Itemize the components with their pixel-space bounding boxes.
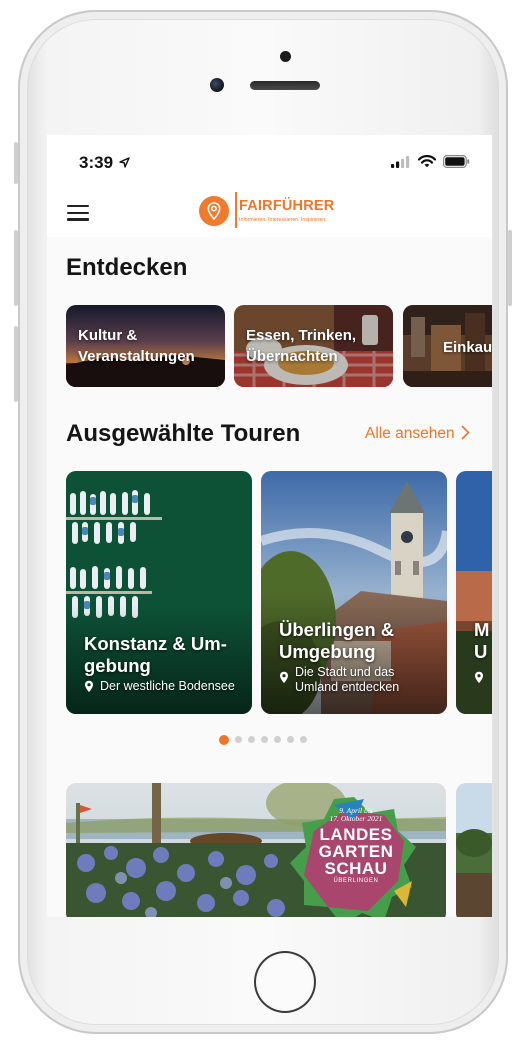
battery-icon bbox=[443, 155, 470, 169]
fairfuehrer-logo[interactable]: FAIRFÜHRER Informieren. Interessieren. I… bbox=[199, 190, 347, 230]
banner-partial[interactable] bbox=[456, 783, 492, 917]
front-camera bbox=[210, 78, 224, 92]
see-all-link[interactable]: Alle ansehen bbox=[365, 425, 470, 443]
tour-subtitle: Der westliche Bodensee bbox=[84, 679, 235, 694]
location-arrow-icon bbox=[119, 157, 130, 168]
tour-subtitle: Die Stadt und das Umland entdecken bbox=[279, 665, 399, 695]
badge-date: 9. April bis 17. Oktober 2021 bbox=[329, 806, 383, 823]
app-header: FAIRFÜHRER Informieren. Interessieren. I… bbox=[47, 185, 492, 237]
earpiece-speaker bbox=[250, 81, 320, 90]
badge-title: LANDES GARTEN SCHAU bbox=[318, 825, 394, 878]
featured-tours-heading: Ausgewählte Touren bbox=[66, 420, 301, 447]
location-pin-icon bbox=[85, 680, 93, 692]
location-pin-icon bbox=[475, 671, 483, 683]
wifi-icon bbox=[417, 155, 436, 168]
tour-title: Konstanz & Um- gebung bbox=[84, 633, 227, 676]
tour-card-partial[interactable]: M U bbox=[456, 471, 492, 714]
app-screen: 3:39 FAIRFÜHRER Informieren. Interessier… bbox=[47, 135, 492, 917]
landesgartenschau-banner[interactable]: 9. April bis 17. Oktober 2021 LANDES GAR… bbox=[66, 783, 446, 917]
badge-place: ÜBERLINGEN bbox=[333, 878, 379, 884]
pagination-dot[interactable] bbox=[248, 736, 255, 743]
cellular-signal-icon bbox=[391, 156, 410, 168]
pagination-dot[interactable] bbox=[287, 736, 294, 743]
logo-tagline: Informieren. Interessieren. Inspirieren. bbox=[239, 217, 327, 223]
konstanz-harbor-photo bbox=[66, 471, 252, 714]
status-time: 3:39 bbox=[79, 153, 130, 173]
logo-pin-icon bbox=[199, 196, 229, 226]
pagination-dot[interactable] bbox=[235, 736, 242, 743]
tour-subtitle bbox=[474, 671, 484, 688]
category-label: Essen, Trinken, Übernachten bbox=[246, 327, 357, 365]
pagination-dot[interactable] bbox=[300, 736, 307, 743]
location-pin-icon bbox=[280, 671, 288, 683]
category-card-culture[interactable]: Kultur & Veranstaltungen bbox=[66, 305, 225, 387]
pagination-dot[interactable] bbox=[261, 736, 268, 743]
pagination-dot-active[interactable] bbox=[219, 735, 229, 745]
home-button[interactable] bbox=[254, 951, 316, 1013]
power-button bbox=[508, 230, 512, 306]
hamburger-menu-icon[interactable] bbox=[67, 205, 89, 221]
category-label: Kultur & Veranstaltungen bbox=[78, 327, 195, 365]
garden-show-badge: 9. April bis 17. Oktober 2021 LANDES GAR… bbox=[304, 806, 408, 885]
pagination-dot[interactable] bbox=[274, 736, 281, 743]
category-card-food[interactable]: Essen, Trinken, Übernachten bbox=[234, 305, 393, 387]
tour-title: Überlingen & Umgebung bbox=[279, 619, 395, 662]
category-label: Einkau bbox=[443, 339, 492, 356]
logo-name: FAIRFÜHRER bbox=[239, 198, 335, 214]
volume-up-button bbox=[14, 230, 18, 306]
tour-card-konstanz[interactable]: Konstanz & Um- gebung Der westliche Bode… bbox=[66, 471, 252, 714]
status-bar: 3:39 bbox=[47, 135, 492, 185]
tour-title: M U bbox=[474, 619, 490, 662]
chevron-right-icon bbox=[461, 425, 470, 440]
category-card-shopping[interactable]: Einkau bbox=[403, 305, 492, 387]
proximity-sensor bbox=[280, 51, 291, 62]
volume-down-button bbox=[14, 326, 18, 402]
banner-photo bbox=[456, 783, 492, 917]
logo-divider bbox=[235, 192, 237, 228]
discover-heading: Entdecken bbox=[66, 254, 188, 281]
mute-switch bbox=[14, 142, 18, 184]
status-indicators bbox=[391, 155, 470, 169]
tour-card-ueberlingen[interactable]: Überlingen & Umgebung Die Stadt und das U… bbox=[261, 471, 447, 714]
